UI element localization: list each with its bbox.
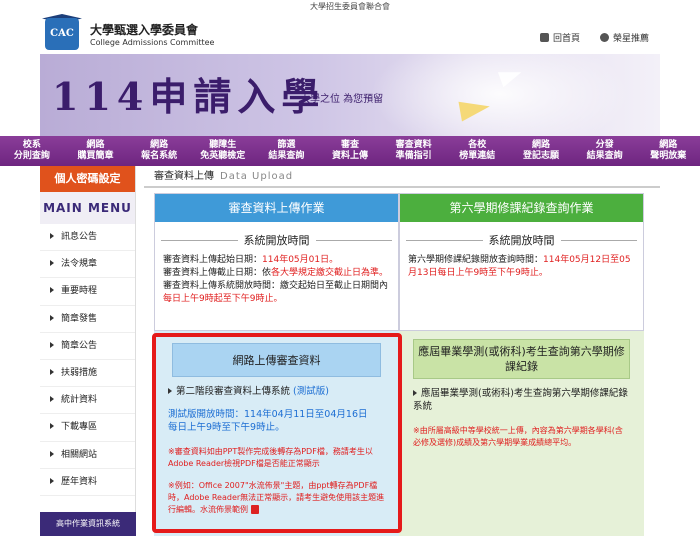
course-query-link[interactable]: 應屆畢業學測(或術科)考生查詢第六學期修課紀錄系統: [403, 387, 640, 413]
red-highlight-box: [152, 333, 402, 533]
nav-item[interactable]: 網路 聲明放棄: [636, 136, 700, 166]
sidebar-item[interactable]: 重要時程: [40, 278, 135, 306]
home-label: 回首頁: [553, 34, 581, 44]
page-title-zh: 審查資料上傳: [154, 171, 214, 182]
course-query-button[interactable]: 應屆畢業學測(或術科)考生查詢第六學期修課紀錄: [413, 339, 630, 379]
home-link[interactable]: 回首頁: [540, 31, 580, 44]
highschool-system-link[interactable]: 高中作業資訊系統: [40, 512, 136, 536]
nav-item[interactable]: 網路 登記志願: [509, 136, 573, 166]
password-settings-link[interactable]: 個人密碼設定: [40, 166, 135, 192]
sidebar: 個人密碼設定 MAIN MENU 訊息公告 法令規章 重要時程 簡章發售 簡章公告 扶弱措…: [40, 166, 136, 536]
arrow-right-icon: [50, 287, 54, 294]
nav-item[interactable]: 校系 分則查詢: [0, 136, 64, 166]
arrow-right-icon: [50, 423, 54, 430]
course-note: ※由所屬高級中等學校統一上傳，內容為第六學期各學科(含必修及選修)成績及第六學期…: [413, 426, 623, 447]
arrow-right-icon: [50, 450, 54, 457]
upload-end-date: 審查資料上傳截止日期：依各大學規定繳交截止日為準。: [163, 268, 389, 278]
star-label: 榮星推薦: [613, 34, 650, 44]
sidebar-item[interactable]: 扶弱措施: [40, 360, 135, 388]
page-title-en: Data Upload: [220, 171, 294, 182]
arrow-right-icon: [50, 233, 54, 239]
upload-open-hours: 審查資料上傳系統開放時間：繳交起始日至截止日期間內每日上午9時起至下午9時止。: [163, 281, 389, 304]
sidebar-item[interactable]: 歷年資料: [40, 469, 135, 496]
arrow-right-icon: [50, 341, 54, 348]
arrow-right-icon: [50, 477, 54, 484]
arrow-right-icon: [50, 314, 54, 321]
banner-glow: [370, 54, 630, 136]
nav-item[interactable]: 審查資料 準備指引: [382, 136, 446, 166]
nav-item[interactable]: 網路 報名系統: [127, 136, 191, 166]
nav-item[interactable]: 聽障生 免英聽檢定: [191, 136, 255, 166]
cac-logo[interactable]: CAC: [45, 18, 79, 50]
user-icon: [600, 33, 609, 42]
sidebar-item[interactable]: 簡章發售: [40, 306, 135, 333]
arrow-right-icon: [50, 260, 54, 267]
course-time-panel: 第六學期修課紀錄查詢作業 系統開放時間 第六學期修課紀錄開放查詢時間：114年0…: [399, 193, 644, 331]
main-nav: 校系 分則查詢 網路 購買簡章 網路 報名系統 聽障生 免英聽檢定 篩選 結果查詢 審查 資料上傳 審查…: [0, 136, 700, 166]
arrow-right-icon: [50, 368, 54, 375]
course-column-header: 第六學期修課紀錄查詢作業: [400, 194, 643, 222]
header: CAC 大學甄選入學委員會 College Admissions Committ…: [0, 14, 700, 54]
sidebar-item[interactable]: 相關網站: [40, 442, 135, 469]
upload-column-header: 審查資料上傳作業: [155, 194, 398, 222]
star-link[interactable]: 榮星推薦: [600, 31, 649, 44]
banner-subtitle: 大學之位 為您預留: [300, 94, 384, 105]
nav-item[interactable]: 各校 榜單連結: [445, 136, 509, 166]
home-icon: [540, 33, 549, 42]
sidebar-item[interactable]: 法令規章: [40, 251, 135, 279]
upload-time-panel: 審查資料上傳作業 系統開放時間 審查資料上傳起始日期：114年05月01日。 審…: [154, 193, 399, 331]
upload-start-date: 審查資料上傳起始日期：114年05月01日。: [163, 255, 339, 265]
nav-item[interactable]: 篩選 結果查詢: [255, 136, 319, 166]
top-bar: 大學招生委員會聯合會: [0, 0, 700, 14]
sidebar-item[interactable]: 訊息公告: [40, 224, 135, 252]
arrow-right-icon: [413, 390, 417, 396]
sidebar-item[interactable]: 下載專區: [40, 414, 135, 442]
course-open-hours: 第六學期修課紀錄開放查詢時間：114年05月12日至05月13日每日上午9時至下…: [408, 255, 631, 278]
org-name-en: College Admissions Committee: [90, 38, 215, 47]
sidebar-item[interactable]: 簡章公告: [40, 333, 135, 360]
arrow-right-icon: [50, 396, 54, 403]
nav-item[interactable]: 分發 結果查詢: [573, 136, 637, 166]
sidebar-item[interactable]: 統計資料: [40, 387, 135, 415]
nav-item[interactable]: 網路 購買簡章: [64, 136, 128, 166]
org-name-zh: 大學甄選入學委員會: [90, 23, 199, 37]
page-title: 審查資料上傳 Data Upload: [144, 166, 660, 188]
system-time-title: 系統開放時間: [161, 232, 392, 248]
nav-item[interactable]: 審查 資料上傳: [318, 136, 382, 166]
banner-title: 114申請入學: [52, 74, 326, 119]
course-record-column: 第六學期修課紀錄查詢作業 系統開放時間 第六學期修課紀錄開放查詢時間：114年0…: [399, 193, 644, 536]
banner: 114申請入學 大學之位 為您預留: [40, 54, 660, 136]
system-time-title: 系統開放時間: [406, 232, 637, 248]
main-menu-title: MAIN MENU: [40, 192, 135, 224]
